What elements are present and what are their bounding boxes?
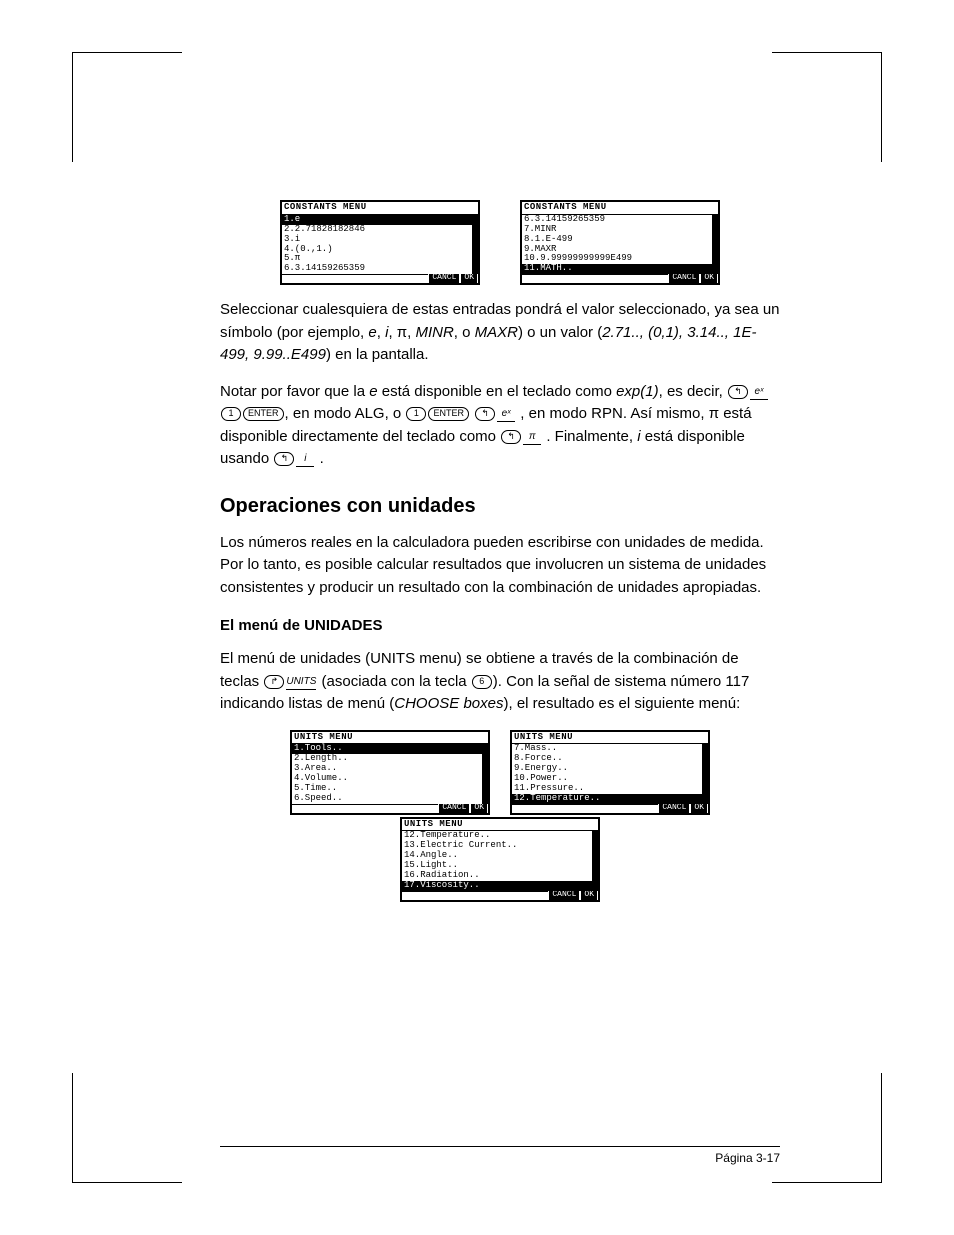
units-key-label: UNITS: [286, 674, 316, 690]
softkey-cancel: CANCL: [669, 274, 699, 283]
softkey-ok: OK: [461, 274, 477, 283]
softkey-ok: OK: [701, 274, 717, 283]
enter-key: ENTER: [428, 407, 469, 421]
softkey-cancel: CANCL: [659, 804, 689, 813]
ex-key-label: eˣ: [750, 384, 768, 400]
page-footer: Página 3-17: [220, 1146, 780, 1165]
right-shift-key-icon: ↱: [264, 675, 284, 689]
paragraph-2: Notar por favor que la e está disponible…: [220, 381, 780, 471]
list-item: 12.Temperature..: [512, 794, 702, 804]
lcd-title: CONSTANTS MENU: [282, 202, 478, 215]
softkey-row: CANCL OK: [402, 891, 598, 900]
softkey-ok: OK: [471, 804, 487, 813]
list-item: 4.(0.,1.): [282, 245, 472, 255]
softkey-row: CANCL OK: [282, 274, 478, 283]
enter-key: ENTER: [243, 407, 284, 421]
softkey-cancel: CANCL: [439, 804, 469, 813]
constants-menu-2: CONSTANTS MENU 6.3.14159265359 7.MINR 8.…: [520, 200, 720, 285]
crop-mark-br: [772, 1073, 882, 1183]
units-menu-1: UNITS MENU 1.Tools.. 2.Length.. 3.Area..…: [290, 730, 490, 815]
heading-menu-unidades: El menú de UNIDADES: [220, 617, 780, 634]
left-shift-key-icon: ↰: [501, 430, 521, 444]
list-item: 11.MATH..: [522, 264, 712, 274]
list-item: 6.3.14159265359: [282, 264, 472, 274]
heading-operaciones: Operaciones con unidades: [220, 495, 780, 518]
paragraph-3: Los números reales en la calculadora pue…: [220, 532, 780, 600]
crop-mark-tr: [772, 52, 882, 162]
list-item: 2.2.71828182846: [282, 225, 472, 235]
crop-mark-bl: [72, 1073, 182, 1183]
six-key: 6: [472, 675, 492, 689]
constants-menu-1: CONSTANTS MENU 1.e 2.2.71828182846 3.i 4…: [280, 200, 480, 285]
i-key-label: i: [296, 451, 314, 467]
ex-key-label: eˣ: [497, 406, 515, 422]
softkey-ok: OK: [691, 804, 707, 813]
one-key: 1: [221, 407, 241, 421]
softkey-row: CANCL OK: [292, 804, 488, 813]
softkey-row: CANCL OK: [522, 274, 718, 283]
left-shift-key-icon: ↰: [475, 407, 495, 421]
softkey-cancel: CANCL: [429, 274, 459, 283]
units-figures: UNITS MENU 1.Tools.. 2.Length.. 3.Area..…: [220, 730, 780, 902]
one-key: 1: [406, 407, 426, 421]
left-shift-key-icon: ↰: [728, 385, 748, 399]
list-item: 6.Speed..: [292, 794, 482, 804]
crop-mark-tl: [72, 52, 182, 162]
lcd-title: CONSTANTS MENU: [522, 202, 718, 215]
pi-key-label: π: [523, 429, 541, 445]
left-shift-key-icon: ↰: [274, 452, 294, 466]
constants-figures: CONSTANTS MENU 1.e 2.2.71828182846 3.i 4…: [220, 200, 780, 285]
paragraph-1: Seleccionar cualesquiera de estas entrad…: [220, 299, 780, 367]
page-content: CONSTANTS MENU 1.e 2.2.71828182846 3.i 4…: [220, 200, 780, 902]
paragraph-4: El menú de unidades (UNITS menu) se obti…: [220, 648, 780, 716]
list-item: 17.Viscosity..: [402, 881, 592, 891]
units-menu-2: UNITS MENU 7.Mass.. 8.Force.. 9.Energy..…: [510, 730, 710, 815]
softkey-cancel: CANCL: [549, 891, 579, 900]
softkey-ok: OK: [581, 891, 597, 900]
units-menu-3: UNITS MENU 12.Temperature.. 13.Electric …: [400, 817, 600, 902]
softkey-row: CANCL OK: [512, 804, 708, 813]
